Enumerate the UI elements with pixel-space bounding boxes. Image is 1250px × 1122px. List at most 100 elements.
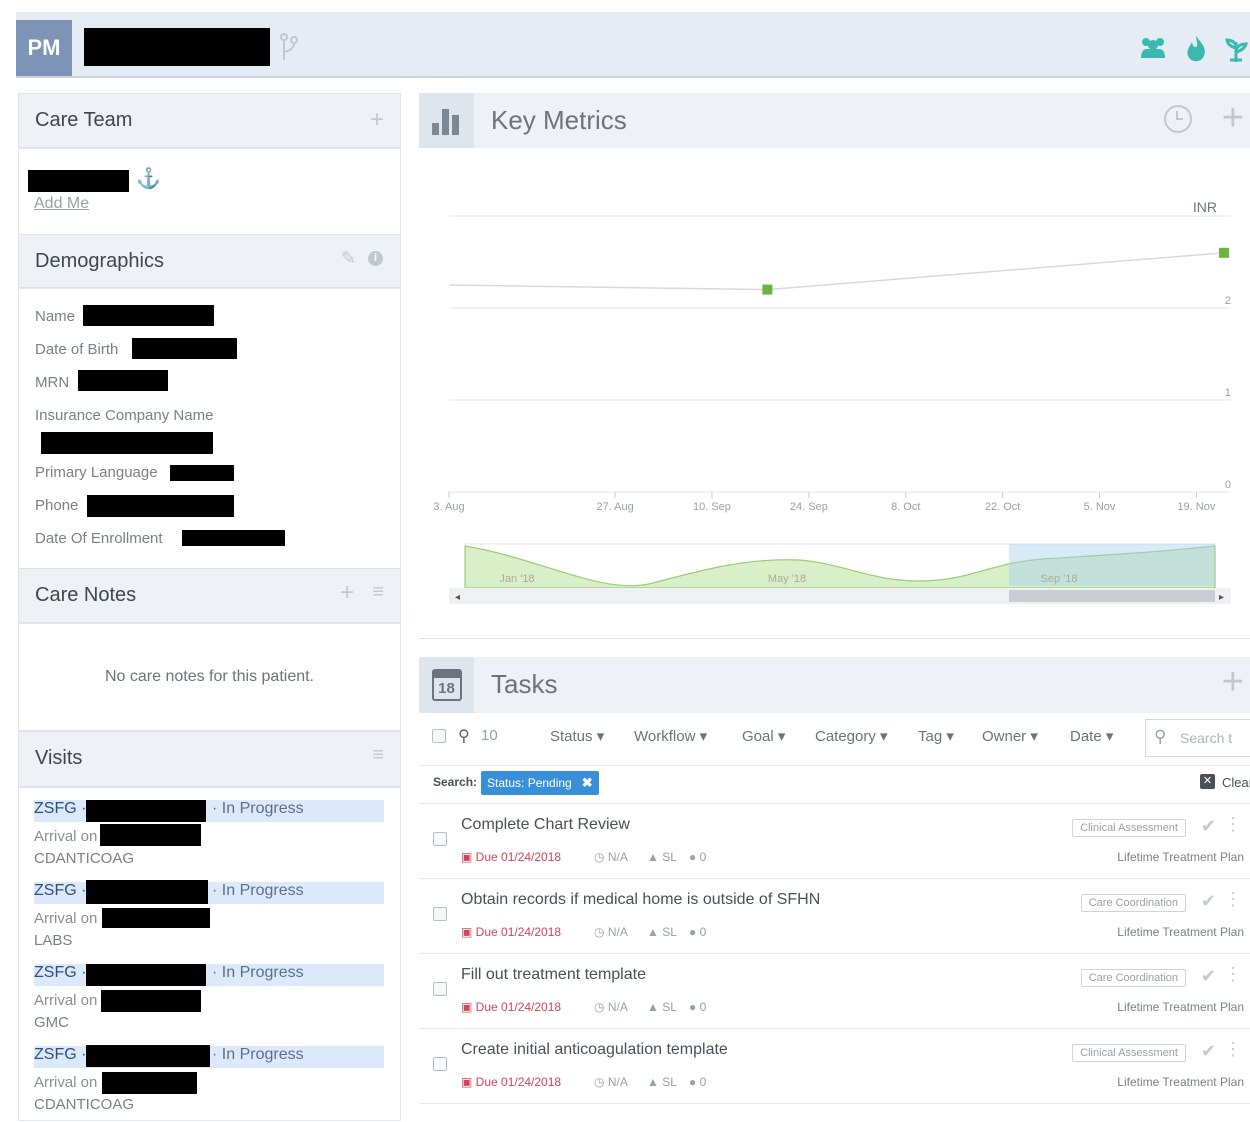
plant-icon[interactable] [1224, 34, 1248, 64]
visit-arrival-label: Arrival on [34, 1074, 98, 1091]
task-checkbox[interactable] [433, 907, 447, 921]
flame-icon[interactable] [1182, 34, 1210, 64]
filter-workflow[interactable]: Workflow ▾ [634, 727, 707, 745]
x-tick-label: 3. Aug [433, 501, 464, 513]
active-filter-chip[interactable]: Status: Pending ✖ [481, 771, 599, 795]
remove-filter-icon[interactable]: ✖ [582, 775, 593, 791]
task-row[interactable]: Complete Chart Review ▣ Due 01/24/2018 ◷… [419, 803, 1250, 879]
demo-label-insurance: Insurance Company Name [35, 407, 214, 424]
task-category-tag[interactable]: Clinical Assessment [1072, 1044, 1186, 1062]
visit-org[interactable]: ZSFG · [34, 1046, 86, 1064]
x-tick-label: 8. Oct [891, 501, 920, 513]
comment-icon: ● [689, 1000, 700, 1014]
series-line-inr [448, 284, 768, 291]
clear-filters-link[interactable]: Clear [1222, 775, 1250, 790]
task-checkbox[interactable] [433, 832, 447, 846]
task-due: ▣ Due 01/24/2018 [461, 1075, 562, 1089]
visit-arrival-label: Arrival on [34, 828, 98, 845]
team-icon[interactable] [1138, 36, 1168, 62]
person-icon: ▲ [647, 850, 663, 864]
demo-value-redacted [170, 465, 234, 481]
task-plan: Lifetime Treatment Plan [1117, 925, 1244, 939]
task-checkbox[interactable] [433, 982, 447, 996]
more-options-icon[interactable]: ⋮ [1224, 814, 1242, 835]
visit-date-redacted [86, 1045, 210, 1067]
select-all-checkbox[interactable] [432, 729, 446, 743]
care-team-title: Care Team [35, 109, 133, 131]
task-category-tag[interactable]: Care Coordination [1080, 894, 1186, 912]
tasks-title: Tasks [491, 669, 558, 699]
anchor-icon: ⚓ [136, 168, 161, 190]
visit-arrival-redacted [102, 908, 210, 928]
history-clock-icon[interactable] [1164, 105, 1192, 133]
filter-date[interactable]: Date ▾ [1070, 727, 1113, 745]
data-point-inr [762, 284, 773, 295]
visit-org[interactable]: ZSFG · [34, 800, 86, 818]
key-metrics-title: Key Metrics [491, 105, 627, 135]
task-category-tag[interactable]: Care Coordination [1080, 969, 1186, 987]
add-me-link[interactable]: Add Me [34, 195, 89, 213]
list-icon[interactable]: ≡ [372, 581, 384, 604]
navigator-label: Jan '18 [499, 573, 534, 585]
task-count: 10 [481, 727, 498, 744]
task-comments: ● 0 [689, 1000, 707, 1014]
task-na: ◷ N/A [594, 1000, 628, 1014]
complete-check-icon[interactable]: ✔ [1201, 816, 1216, 837]
y-tick-label: 1 [1225, 387, 1231, 399]
calendar-icon: 18 [419, 657, 474, 713]
app-logo[interactable]: PM [16, 20, 72, 76]
task-row[interactable]: Fill out treatment template ▣ Due 01/24/… [419, 953, 1250, 1029]
filter-owner[interactable]: Owner ▾ [982, 727, 1038, 745]
task-title[interactable]: Fill out treatment template [461, 966, 646, 984]
inr-chart: 3. Aug 27. Aug 10. Sep 24. Sep 8. Oct 22. Oct… [433, 199, 1231, 604]
care-notes-empty: No care notes for this patient. [105, 668, 314, 685]
filter-tag[interactable]: Tag ▾ [918, 727, 954, 745]
patient-name-redacted [84, 28, 270, 66]
edit-pencil-icon[interactable]: ✎ [341, 248, 356, 269]
task-title[interactable]: Create initial anticoagulation template [461, 1041, 728, 1059]
clear-icon[interactable]: ✕ [1200, 774, 1215, 789]
branch-icon[interactable] [278, 32, 300, 62]
visit-dept: LABS [34, 932, 73, 949]
complete-check-icon[interactable]: ✔ [1201, 966, 1216, 987]
filter-status[interactable]: Status ▾ [550, 727, 604, 745]
visit-arrival-redacted [102, 1072, 197, 1094]
task-checkbox[interactable] [433, 1057, 447, 1071]
filter-goal[interactable]: Goal ▾ [742, 727, 785, 745]
visit-dept: GMC [34, 1014, 69, 1031]
task-plan: Lifetime Treatment Plan [1117, 1075, 1244, 1089]
care-notes-header: Care Notes + ≡ [18, 568, 401, 623]
task-search-box[interactable]: ⚲ Search t [1145, 719, 1250, 757]
task-due: ▣ Due 01/24/2018 [461, 1000, 562, 1014]
search-icon: ⚲ [458, 728, 470, 745]
visit-status: · In Progress [212, 964, 304, 981]
demo-label-mrn: MRN [35, 374, 70, 391]
task-title[interactable]: Complete Chart Review [461, 816, 630, 834]
add-care-team-icon[interactable]: + [370, 106, 384, 134]
add-metric-icon[interactable]: + [1222, 97, 1244, 140]
more-options-icon[interactable]: ⋮ [1224, 964, 1242, 985]
list-icon[interactable]: ≡ [372, 744, 384, 767]
complete-check-icon[interactable]: ✔ [1201, 1041, 1216, 1062]
info-icon[interactable]: i [368, 251, 383, 266]
add-task-icon[interactable]: + [1222, 661, 1244, 704]
demo-value-redacted [132, 338, 237, 359]
care-team-body [18, 148, 401, 236]
visit-org[interactable]: ZSFG · [34, 882, 86, 900]
task-due: ▣ Due 01/24/2018 [461, 850, 562, 864]
task-row[interactable]: Create initial anticoagulation template … [419, 1028, 1250, 1104]
visit-org[interactable]: ZSFG · [34, 964, 86, 982]
task-row-partial [419, 1103, 1250, 1122]
task-row[interactable]: Obtain records if medical home is outsid… [419, 878, 1250, 954]
task-comments: ● 0 [689, 1075, 707, 1089]
task-title[interactable]: Obtain records if medical home is outsid… [461, 891, 820, 909]
task-category-tag[interactable]: Clinical Assessment [1072, 819, 1186, 837]
visit-arrival-label: Arrival on [34, 910, 98, 927]
more-options-icon[interactable]: ⋮ [1224, 889, 1242, 910]
more-options-icon[interactable]: ⋮ [1224, 1039, 1242, 1060]
complete-check-icon[interactable]: ✔ [1201, 891, 1216, 912]
task-due: ▣ Due 01/24/2018 [461, 925, 562, 939]
filter-category[interactable]: Category ▾ [815, 727, 888, 745]
add-note-icon[interactable]: + [340, 579, 354, 607]
task-na: ◷ N/A [594, 850, 628, 864]
